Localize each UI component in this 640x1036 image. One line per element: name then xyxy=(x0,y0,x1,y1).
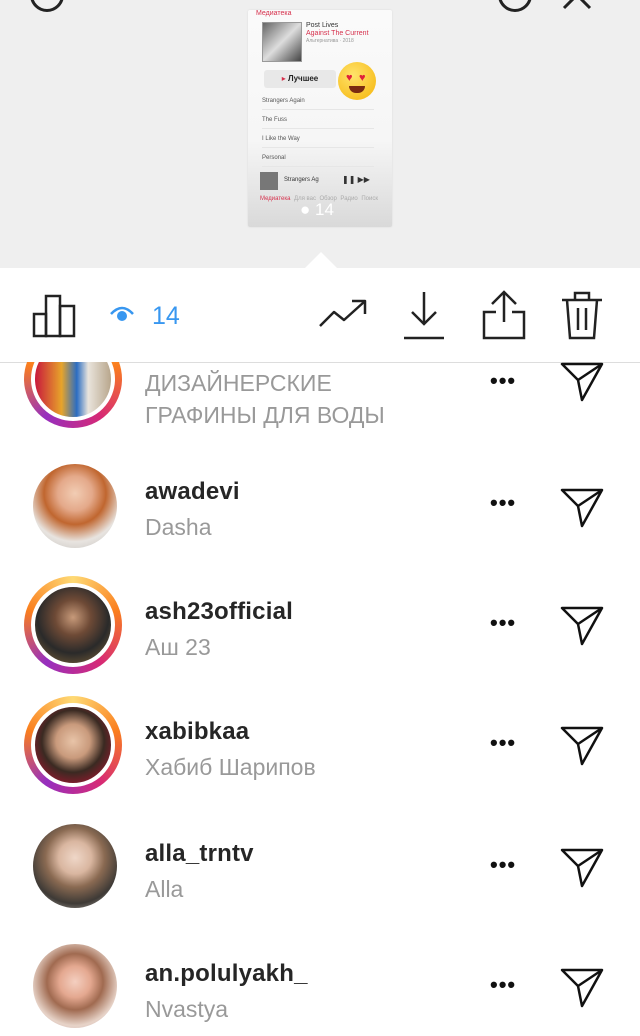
viewer-full-name: ГРАФИНЫ ДЛЯ ВОДЫ xyxy=(145,402,385,428)
avatar[interactable] xyxy=(31,703,115,787)
trash-icon[interactable] xyxy=(560,290,604,345)
mini-header: Медиатека xyxy=(256,10,292,17)
list-item[interactable]: an.polulyakh_ Nvastya ••• xyxy=(0,938,640,1036)
now-playing-title: Strangers Ag xyxy=(284,177,319,183)
list-item[interactable]: ДИЗАЙНЕРСКИЕ ГРАФИНЫ ДЛЯ ВОДЫ ••• xyxy=(0,362,640,450)
send-icon[interactable] xyxy=(560,604,604,651)
viewer-username[interactable]: an.polulyakh_ xyxy=(145,960,308,988)
track-item: The Fuss xyxy=(262,117,374,129)
more-options-button[interactable]: ••• xyxy=(490,490,516,516)
avatar[interactable] xyxy=(31,583,115,667)
list-item[interactable]: xabibkaa Хабиб Шарипов ••• xyxy=(0,696,640,816)
list-item[interactable]: awadevi Dasha ••• xyxy=(0,458,640,578)
story-thumbnail[interactable]: Медиатека Post Lives Against The Current… xyxy=(248,10,392,227)
mini-tab: Радио xyxy=(340,196,358,202)
viewer-username[interactable]: ash23official xyxy=(145,598,293,626)
mini-tab: Медиатека xyxy=(260,196,291,202)
list-item[interactable]: alla_trntv Alla ••• xyxy=(0,818,640,938)
more-options-button[interactable]: ••• xyxy=(490,852,516,878)
send-icon[interactable] xyxy=(560,362,604,407)
viewer-username[interactable]: awadevi xyxy=(145,478,240,506)
send-icon[interactable] xyxy=(560,724,604,771)
viewer-full-name: Dasha xyxy=(145,514,212,540)
share-icon[interactable] xyxy=(482,290,526,345)
heart-eyes-emoji-icon: ♥ ♥ xyxy=(338,62,376,100)
more-options-button[interactable]: ••• xyxy=(490,368,516,394)
close-icon[interactable] xyxy=(560,0,594,12)
track-item: I Like the Way xyxy=(262,136,374,148)
viewer-full-name: Хабиб Шарипов xyxy=(145,754,316,780)
track-item: Strangers Again xyxy=(262,98,374,110)
story-camera-icon[interactable] xyxy=(498,0,532,12)
viewer-full-name: Alla xyxy=(145,876,184,902)
album-sub: Альтернатива · 2018 xyxy=(306,38,354,44)
avatar[interactable] xyxy=(33,944,117,1028)
mini-tab: Поиск xyxy=(361,196,378,202)
more-options-button[interactable]: ••• xyxy=(490,610,516,636)
viewer-full-name: Nvastya xyxy=(145,996,229,1022)
story-toolbar: 14 xyxy=(0,268,640,363)
eye-icon: ● xyxy=(300,200,311,219)
more-options-button[interactable]: ••• xyxy=(490,972,516,998)
track-item: Personal xyxy=(262,155,374,167)
trending-icon[interactable] xyxy=(318,298,368,335)
story-preview-area: Медиатека Post Lives Against The Current… xyxy=(0,0,640,268)
player-controls: ❚❚ ▶▶ xyxy=(342,175,370,184)
album-art xyxy=(262,22,302,62)
now-playing-art xyxy=(260,172,278,190)
list-item[interactable]: ash23official Аш 23 ••• xyxy=(0,576,640,696)
send-icon[interactable] xyxy=(560,846,604,893)
album-artist: Against The Current xyxy=(306,30,369,37)
thumbnail-view-count: ● 14 xyxy=(300,200,334,219)
album-title: Post Lives xyxy=(306,22,339,29)
selection-pointer xyxy=(305,252,337,268)
viewer-username[interactable]: xabibkaa xyxy=(145,718,249,746)
avatar[interactable] xyxy=(33,824,117,908)
download-icon[interactable] xyxy=(402,290,446,345)
mini-player: Strangers Ag ❚❚ ▶▶ xyxy=(260,172,378,190)
eye-icon xyxy=(110,306,134,327)
viewer-list: ДИЗАЙНЕРСКИЕ ГРАФИНЫ ДЛЯ ВОДЫ ••• awadev… xyxy=(0,362,640,1036)
more-options-button[interactable]: ••• xyxy=(490,730,516,756)
bar-chart-icon[interactable] xyxy=(32,292,78,343)
viewer-full-name: Аш 23 xyxy=(145,634,211,660)
send-icon[interactable] xyxy=(560,966,604,1013)
viewer-full-name: ДИЗАЙНЕРСКИЕ xyxy=(145,370,332,396)
viewer-username[interactable]: alla_trntv xyxy=(145,840,254,868)
settings-icon[interactable] xyxy=(30,0,64,12)
send-icon[interactable] xyxy=(560,486,604,533)
best-button: Лучшее xyxy=(264,70,336,88)
avatar[interactable] xyxy=(33,464,117,548)
view-count[interactable]: 14 xyxy=(152,302,180,331)
